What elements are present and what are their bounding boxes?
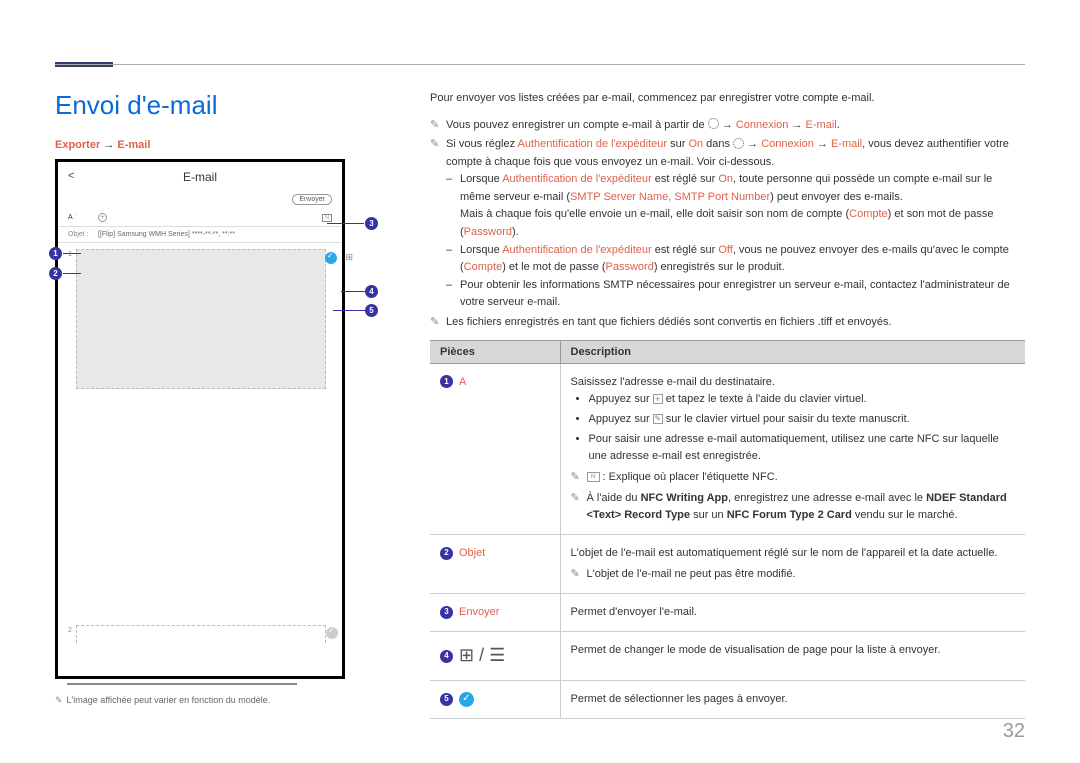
handwrite-icon: ✎ [653, 414, 663, 424]
page-title: Envoi d'e-mail [55, 90, 400, 121]
th-description: Description [560, 340, 1025, 363]
callout-2: 2 [49, 267, 62, 280]
mock-page-1: 1 [64, 249, 76, 389]
intro-text: Pour envoyer vos listes créées par e-mai… [430, 90, 1025, 107]
cell-desc-view: Permet de changer le mode de visualisati… [560, 632, 1025, 681]
header-rule [55, 64, 1025, 65]
sub-note-off: Lorsque Authentification de l'expéditeur… [446, 242, 1025, 277]
back-icon: < [68, 170, 74, 182]
plus-icon: + [653, 394, 663, 404]
cell-desc-a: Saisissez l'adresse e-mail du destinatai… [560, 363, 1025, 534]
parts-table: Pièces Description 1A Saisissez l'adress… [430, 340, 1025, 719]
mock-page-rect: ⊞ [76, 249, 326, 389]
callout-line [63, 273, 81, 274]
path-email: E-mail [117, 139, 150, 151]
table-row: 1A Saisissez l'adresse e-mail du destina… [430, 363, 1025, 534]
pen-icon: ✎ [430, 136, 446, 312]
cell-desc-select: Permet de sélectionner les pages à envoy… [560, 681, 1025, 719]
sub-note-on: Lorsque Authentification de l'expéditeur… [446, 171, 1025, 241]
cell-label-a: 1A [430, 363, 560, 534]
path-exporter: Exporter [55, 139, 100, 151]
scrollbar [67, 683, 297, 685]
image-disclaimer: ✎L'image affichée peut varier en fonctio… [55, 695, 400, 706]
cell-desc-envoyer: Permet d'envoyer l'e-mail. [560, 594, 1025, 632]
mock-send-button: Envoyer [292, 194, 332, 205]
mock-page-rect-2 [76, 625, 326, 643]
callout-3: 3 [365, 217, 378, 230]
screenshot-mockup: < E-mail Envoyer A : + N Objet : [[Flip]… [55, 159, 375, 685]
plus-icon: + [98, 213, 107, 222]
gear-icon [733, 138, 744, 149]
table-row: 2Objet L'objet de l'e-mail est automatiq… [430, 535, 1025, 594]
callout-line [63, 253, 81, 254]
cell-label-envoyer: 3Envoyer [430, 594, 560, 632]
check-icon [325, 252, 337, 264]
callout-line [341, 291, 365, 292]
page-number: 32 [1003, 720, 1025, 743]
nfc-icon: N [587, 472, 600, 482]
cell-label-objet: 2Objet [430, 535, 560, 594]
view-toggle-icon: ⊞ / ☰ [459, 642, 505, 670]
arrow-icon: → [103, 139, 114, 151]
nfc-icon: N [322, 214, 332, 222]
mock-title: E-mail [183, 170, 217, 184]
mock-page-2: 2 [64, 625, 76, 643]
export-path: Exporter → E-mail [55, 139, 400, 151]
cell-desc-objet: L'objet de l'e-mail est automatiquement … [560, 535, 1025, 594]
callout-4: 4 [365, 285, 378, 298]
table-row: 5✓ Permet de sélectionner les pages à en… [430, 681, 1025, 719]
check-circle-icon: ✓ [459, 692, 474, 707]
grid-view-icon: ⊞ [345, 252, 353, 263]
callout-line [333, 310, 365, 311]
pen-icon: ✎ [430, 117, 446, 135]
callout-line [327, 223, 364, 224]
cell-label-view: 4⊞ / ☰ [430, 632, 560, 681]
table-row: 3Envoyer Permet d'envoyer l'e-mail. [430, 594, 1025, 632]
uncheck-icon [326, 627, 338, 639]
pen-icon: ✎ [55, 695, 63, 705]
mock-a-label: A : [68, 214, 98, 221]
pen-icon: ✎ [430, 314, 446, 332]
cell-label-select: 5✓ [430, 681, 560, 719]
note-auth: Si vous réglez Authentification de l'exp… [446, 136, 1025, 312]
pen-icon: ✎ [571, 490, 587, 524]
pen-icon: ✎ [571, 566, 587, 583]
table-row: 4⊞ / ☰ Permet de changer le mode de visu… [430, 632, 1025, 681]
mock-objet-value: [[Flip] Samsung WMH Series] ****-**-**, … [98, 231, 235, 238]
mock-objet-label: Objet : [68, 231, 98, 238]
th-pieces: Pièces [430, 340, 560, 363]
gear-icon [708, 118, 719, 129]
pen-icon: ✎ [571, 469, 587, 486]
sub-note-smtp: Pour obtenir les informations SMTP néces… [446, 277, 1025, 312]
callout-5: 5 [365, 304, 378, 317]
callout-1: 1 [49, 247, 62, 260]
note-tiff: Les fichiers enregistrés en tant que fic… [446, 314, 1025, 332]
note-register: Vous pouvez enregistrer un compte e-mail… [446, 117, 1025, 135]
